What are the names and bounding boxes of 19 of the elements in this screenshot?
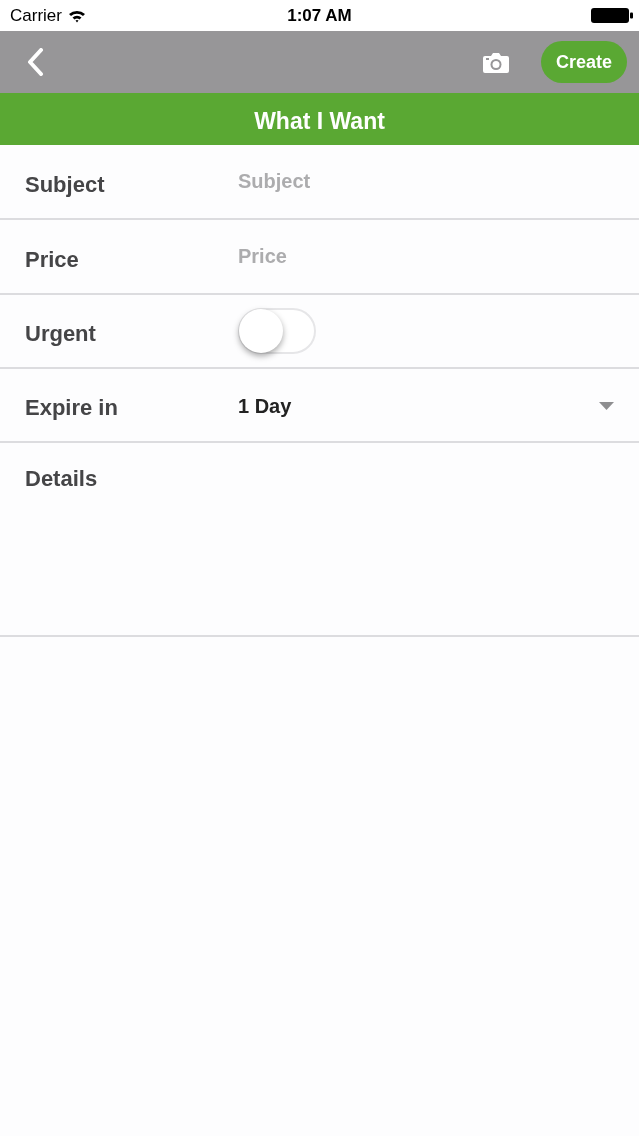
clock-time: 1:07 AM bbox=[287, 4, 352, 27]
text-field[interactable]: Subject bbox=[238, 161, 619, 202]
field-label: Urgent bbox=[25, 323, 97, 345]
wifi-icon bbox=[67, 8, 86, 23]
back-chevron-icon bbox=[26, 48, 44, 76]
expire-dropdown[interactable]: 1 Day bbox=[238, 384, 614, 428]
field-label: Expire in bbox=[25, 397, 119, 419]
field-label: Price bbox=[25, 248, 80, 271]
text-field[interactable]: Price bbox=[238, 236, 619, 277]
caret-down-icon bbox=[599, 402, 614, 410]
camera-icon bbox=[482, 51, 509, 73]
toggle-switch[interactable] bbox=[238, 308, 316, 354]
camera-button[interactable] bbox=[482, 51, 509, 73]
field-label: Subject bbox=[25, 173, 106, 196]
page-title: What I Want bbox=[254, 106, 385, 136]
switch-knob-icon bbox=[239, 309, 283, 353]
field-label: Details bbox=[25, 468, 99, 490]
battery-icon bbox=[591, 8, 633, 23]
carrier-label: Carrier bbox=[10, 4, 62, 27]
